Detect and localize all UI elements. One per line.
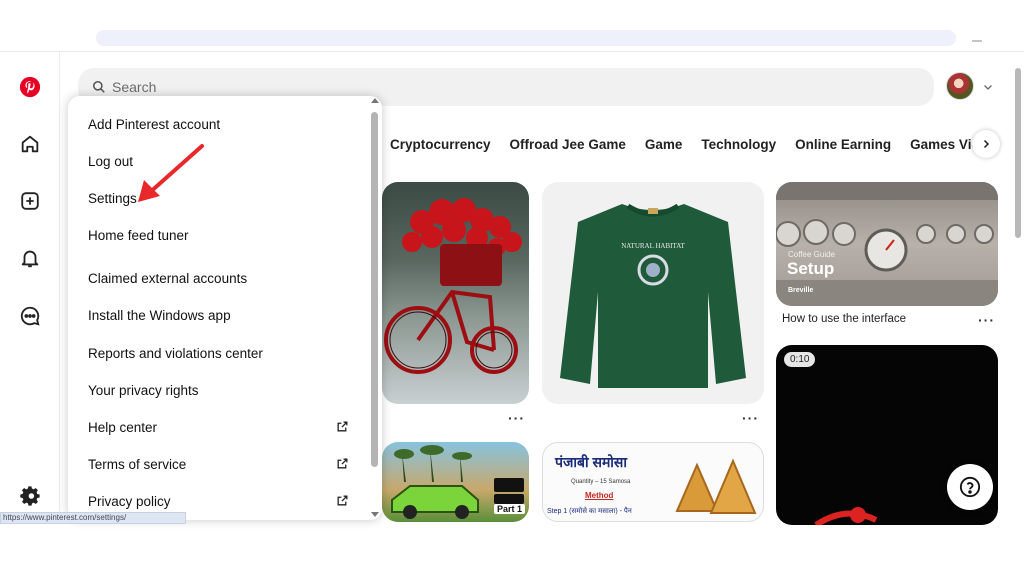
menu-item-log-out[interactable]: Log out	[88, 154, 133, 169]
menu-item-claimed-accounts[interactable]: Claimed external accounts	[88, 271, 247, 286]
chevron-down-icon[interactable]	[982, 80, 994, 98]
coffee-guide-label: Coffee Guide	[788, 250, 835, 259]
coffee-brand-label: Breville	[788, 287, 814, 294]
sweater-print-text: NATURAL HABITAT	[621, 242, 685, 250]
pin-green-sweater[interactable]: NATURAL HABITAT	[542, 182, 764, 404]
more-options-icon[interactable]: ···	[742, 410, 759, 426]
help-button[interactable]	[947, 464, 993, 510]
page-scrollbar[interactable]	[1014, 56, 1022, 518]
external-link-icon	[336, 457, 349, 475]
samosa-method: Method	[585, 491, 614, 500]
help-icon	[959, 476, 981, 498]
scroll-up-arrow-icon[interactable]	[371, 98, 379, 103]
pin-samosa-recipe[interactable]: पंजाबी समोसा Quantity – 15 Samosa Method…	[542, 442, 764, 522]
pin-game-car[interactable]: Part 1	[382, 442, 529, 522]
chip-technology[interactable]: Technology	[701, 137, 776, 152]
account-options-menu: Add Pinterest account Log out Settings H…	[68, 96, 382, 520]
menu-scrollbar[interactable]	[368, 96, 382, 520]
coffee-pin-caption[interactable]: How to use the interface	[782, 313, 906, 325]
external-link-icon	[336, 494, 349, 512]
menu-item-privacy-policy[interactable]: Privacy policy	[88, 494, 171, 509]
menu-item-install-windows-app[interactable]: Install the Windows app	[88, 308, 231, 323]
search-icon	[92, 80, 105, 93]
page-scrollbar-thumb[interactable]	[1015, 68, 1021, 238]
status-bar-url: https://www.pinterest.com/settings/	[0, 512, 186, 524]
chip-game[interactable]: Game	[645, 137, 683, 152]
menu-scrollbar-thumb[interactable]	[371, 112, 378, 467]
samosa-title: पंजाबी समोसा	[555, 454, 628, 470]
annotation-arrow-icon	[138, 144, 204, 202]
search-input[interactable]: Search	[112, 79, 156, 95]
left-nav-rail	[0, 52, 60, 522]
notifications-icon[interactable]	[15, 243, 45, 273]
more-options-icon[interactable]: ···	[508, 410, 525, 426]
create-icon[interactable]	[15, 186, 45, 216]
menu-item-help-center[interactable]: Help center	[88, 420, 157, 435]
settings-gear-icon[interactable]	[15, 481, 45, 511]
pin-coffee-machine[interactable]: Coffee Guide Setup Breville	[776, 182, 998, 306]
pinterest-logo-icon[interactable]	[15, 72, 45, 102]
scroll-down-arrow-icon[interactable]	[371, 512, 379, 517]
menu-item-privacy-rights[interactable]: Your privacy rights	[88, 383, 199, 398]
external-link-icon	[336, 420, 349, 438]
menu-item-home-feed-tuner[interactable]: Home feed tuner	[88, 228, 189, 243]
messages-icon[interactable]	[15, 301, 45, 331]
chip-cryptocurrency[interactable]: Cryptocurrency	[390, 137, 491, 152]
coffee-setup-label: Setup	[787, 259, 835, 278]
samosa-quantity: Quantity – 15 Samosa	[571, 479, 631, 485]
category-chips: Cryptocurrency Offroad Jee Game Game Tec…	[390, 130, 995, 158]
window-minimize-mark	[972, 40, 982, 42]
pin-bicycle-flowers[interactable]	[382, 182, 529, 404]
more-options-icon[interactable]: ···	[978, 312, 995, 328]
menu-item-terms[interactable]: Terms of service	[88, 457, 186, 472]
chip-offroad-jee-game[interactable]: Offroad Jee Game	[510, 137, 626, 152]
chip-online-earning[interactable]: Online Earning	[795, 137, 891, 152]
game-part-label: Part 1	[494, 504, 526, 514]
video-duration-badge: 0:10	[784, 352, 816, 367]
samosa-step: Step 1 (समोसे का मसाला) - पैन	[547, 508, 632, 515]
chevron-right-icon[interactable]	[972, 130, 1000, 158]
home-icon[interactable]	[15, 129, 45, 159]
menu-item-reports-center[interactable]: Reports and violations center	[88, 346, 263, 361]
address-bar[interactable]	[96, 30, 956, 46]
avatar[interactable]	[946, 72, 974, 100]
browser-top-strip	[0, 0, 1024, 52]
menu-item-add-account[interactable]: Add Pinterest account	[88, 117, 220, 132]
